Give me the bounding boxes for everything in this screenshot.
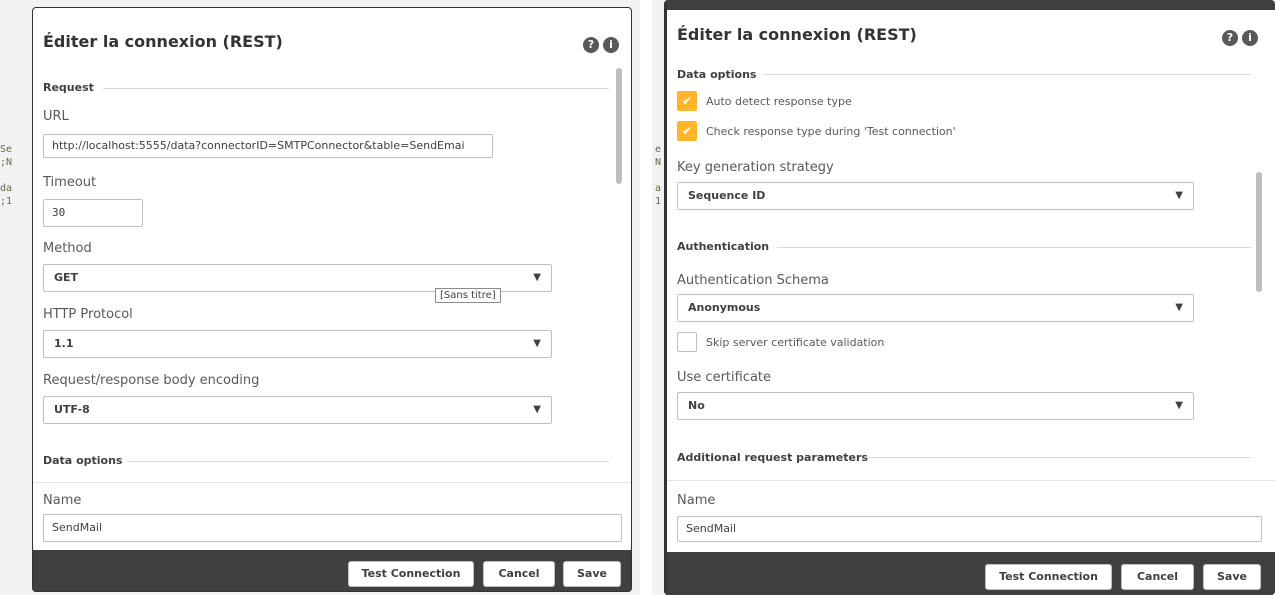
test-connection-button[interactable]: Test Connection — [985, 564, 1112, 590]
url-label: URL — [43, 109, 69, 124]
key-generation-select[interactable]: Sequence ID ▼ — [677, 182, 1194, 210]
edit-connection-dialog-left: Éditer la connexion (REST) ? i Request U… — [32, 7, 632, 592]
section-data-options: Data options — [677, 68, 757, 81]
divider — [103, 88, 609, 89]
divider — [865, 457, 1251, 458]
timeout-input[interactable]: 30 — [43, 199, 143, 227]
method-value: GET — [54, 271, 79, 284]
save-button[interactable]: Save — [563, 561, 621, 587]
section-data-options: Data options — [43, 454, 123, 467]
dialog-footer: Test Connection Cancel Save — [33, 550, 631, 591]
scrollbar[interactable] — [1256, 172, 1262, 292]
background-code-left: Se ;N da ;1 — [0, 144, 13, 207]
chevron-down-icon: ▼ — [533, 338, 541, 349]
check-icon: ✔ — [681, 124, 693, 138]
help-icon[interactable]: ? — [1222, 30, 1238, 46]
encoding-value: UTF-8 — [54, 403, 90, 416]
chevron-down-icon: ▼ — [533, 272, 541, 283]
use-certificate-label: Use certificate — [677, 370, 772, 385]
help-icon[interactable]: ? — [583, 37, 599, 53]
name-input[interactable]: SendMail — [43, 514, 622, 542]
check-response-label: Check response type during 'Test connect… — [706, 125, 956, 138]
auth-schema-value: Anonymous — [688, 301, 761, 314]
key-generation-label: Key generation strategy — [677, 160, 834, 175]
chevron-down-icon: ▼ — [1175, 302, 1183, 313]
dialog-body[interactable]: Data options ✔ Auto detect response type… — [667, 60, 1275, 490]
encoding-select[interactable]: UTF-8 ▼ — [43, 396, 552, 424]
chevron-down-icon: ▼ — [1175, 190, 1183, 201]
dialog-header: Éditer la connexion (REST) ? i — [33, 8, 631, 68]
name-input[interactable]: SendMail — [677, 516, 1262, 542]
section-authentication: Authentication — [677, 240, 770, 253]
timeout-label: Timeout — [43, 175, 97, 190]
background-code-right: eNa1 — [655, 144, 662, 207]
use-certificate-select[interactable]: No ▼ — [677, 392, 1194, 420]
url-input[interactable]: http://localhost:5555/data?connectorID=S… — [43, 134, 493, 158]
http-protocol-label: HTTP Protocol — [43, 307, 133, 322]
test-connection-button[interactable]: Test Connection — [348, 561, 474, 587]
divider — [129, 461, 609, 462]
name-section: Name SendMail — [667, 480, 1275, 553]
chevron-down-icon: ▼ — [1175, 400, 1183, 411]
method-label: Method — [43, 241, 92, 256]
use-certificate-value: No — [688, 399, 705, 412]
dialog-footer: Test Connection Cancel Save — [667, 552, 1275, 595]
section-request: Request — [43, 81, 94, 94]
info-icon[interactable]: i — [603, 37, 619, 53]
dialog-body[interactable]: Request URL http://localhost:5555/data?c… — [33, 68, 631, 486]
encoding-label: Request/response body encoding — [43, 373, 260, 388]
skip-cert-checkbox[interactable] — [677, 332, 697, 352]
chevron-down-icon: ▼ — [533, 404, 541, 415]
check-response-checkbox[interactable]: ✔ — [677, 121, 697, 141]
name-label: Name — [677, 493, 716, 508]
section-additional-parameters: Additional request parameters — [677, 451, 868, 464]
save-button[interactable]: Save — [1203, 564, 1261, 590]
divider — [777, 247, 1251, 248]
http-protocol-select[interactable]: 1.1 ▼ — [43, 330, 552, 358]
dialog-header: Éditer la connexion (REST) ? i — [667, 10, 1275, 60]
scrollbar[interactable] — [616, 68, 622, 184]
dialog-title: Éditer la connexion (REST) — [43, 32, 283, 51]
auth-schema-label: Authentication Schema — [677, 273, 829, 288]
auto-detect-checkbox[interactable]: ✔ — [677, 91, 697, 111]
check-icon: ✔ — [681, 94, 693, 108]
cancel-button[interactable]: Cancel — [483, 561, 555, 587]
edit-connection-dialog-right: Éditer la connexion (REST) ? i Data opti… — [664, 0, 1275, 595]
tooltip: [Sans titre] — [435, 288, 501, 303]
divider — [763, 74, 1251, 75]
name-section: Name SendMail — [33, 482, 631, 551]
info-icon[interactable]: i — [1242, 30, 1258, 46]
name-label: Name — [43, 493, 82, 508]
cancel-button[interactable]: Cancel — [1121, 564, 1194, 590]
dialog-title: Éditer la connexion (REST) — [677, 25, 917, 44]
skip-cert-label: Skip server certificate validation — [706, 336, 885, 349]
key-generation-value: Sequence ID — [688, 189, 766, 202]
auto-detect-label: Auto detect response type — [706, 95, 852, 108]
auth-schema-select[interactable]: Anonymous ▼ — [677, 294, 1194, 322]
http-protocol-value: 1.1 — [54, 337, 74, 350]
